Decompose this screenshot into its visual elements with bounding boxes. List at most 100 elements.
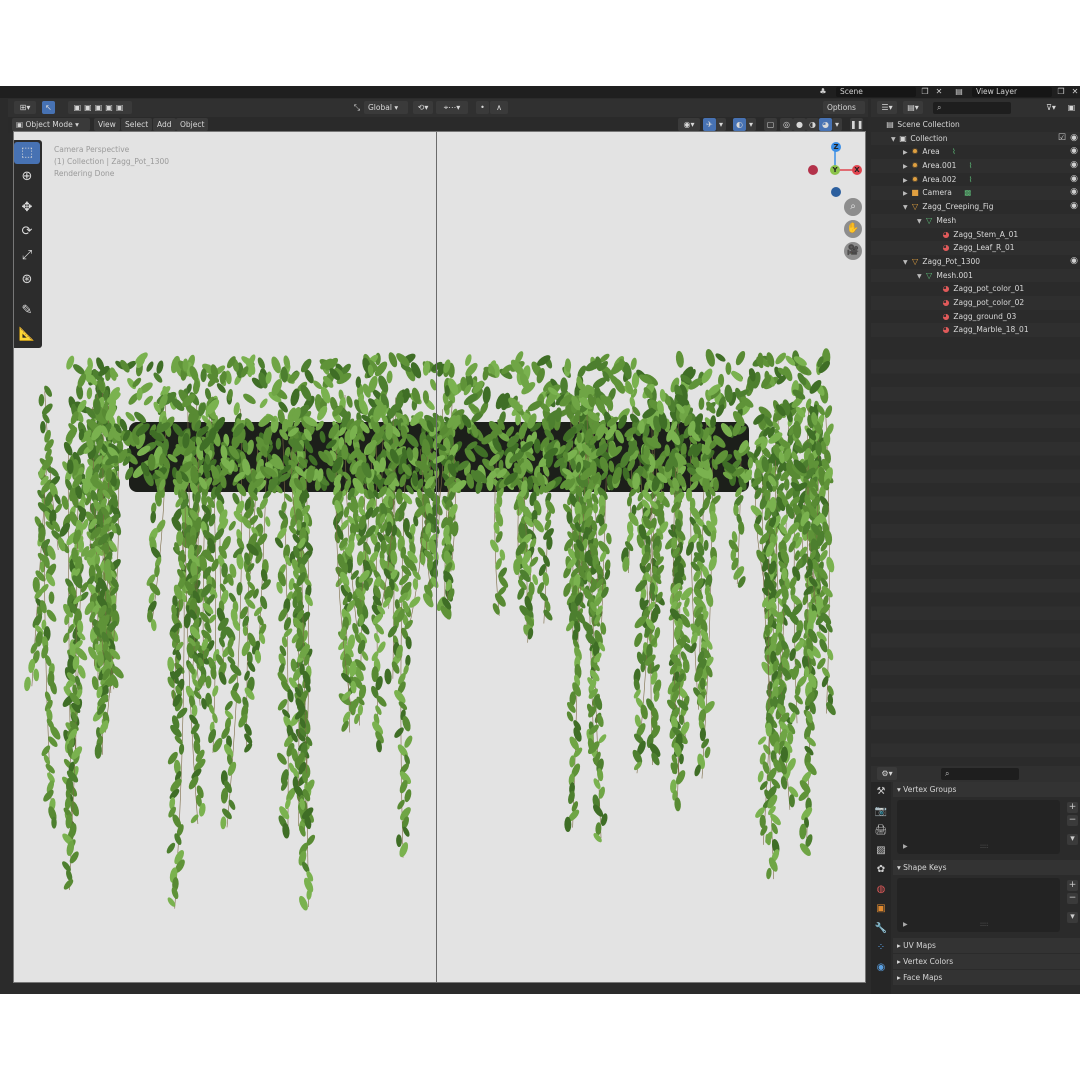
solid-shading-icon[interactable]: ● [793, 118, 806, 131]
vertex-groups-panel[interactable]: ▾ Vertex Groups [893, 782, 1080, 797]
annotate-icon[interactable]: ✎ [14, 300, 40, 322]
tool-tab-icon[interactable]: ⚒ [871, 782, 891, 802]
shape-keys-list[interactable]: ▶:::: + − ▾ [897, 878, 1078, 932]
filter-icon[interactable]: ⊽▾ [1041, 101, 1061, 114]
editor-type-icon[interactable]: ⚙▾ [877, 767, 897, 780]
outliner-row[interactable]: ▶ ■ Camera ▩ ◉ [871, 186, 1080, 201]
new-scene-icon[interactable]: ❐ [920, 87, 930, 97]
visibility-icon[interactable]: ◉▾ [678, 118, 700, 131]
world-tab-icon[interactable]: ◍ [871, 880, 891, 900]
display-mode-icon[interactable]: ▤▾ [903, 101, 923, 114]
camera-view-icon[interactable]: 🎥 [844, 242, 862, 260]
wireframe-shading-icon[interactable]: ◎ [780, 118, 793, 131]
eye-icon[interactable]: ◉ [1070, 159, 1078, 173]
measure-icon[interactable]: 📐 [14, 324, 40, 346]
chevron-down-icon[interactable]: ▾ [716, 118, 726, 131]
select-tool-icon[interactable]: ↖ [42, 101, 55, 114]
axis-neg-z[interactable] [831, 187, 841, 197]
outliner-row[interactable]: ▤ Scene Collection [871, 118, 1080, 132]
eye-icon[interactable]: ◉ [1070, 145, 1078, 159]
menu-view[interactable]: View [94, 118, 120, 131]
close-icon[interactable]: ✕ [1070, 87, 1080, 97]
outliner-row[interactable]: ▶ ✹ Area ⌇ ◉ [871, 145, 1080, 159]
view-layer-icon[interactable]: ▤ [954, 87, 964, 97]
menu-object[interactable]: Object [176, 118, 209, 131]
search-input[interactable]: ⌕ [933, 102, 1011, 114]
pause-icon[interactable]: ❚❚ [850, 118, 863, 131]
outliner-row[interactable]: ▼ ▽ Mesh.001 [871, 268, 1080, 283]
axis-x[interactable]: X [852, 165, 862, 175]
render-tab-icon[interactable]: 📷 [871, 802, 891, 822]
outliner-row[interactable]: ◕ Zagg_Marble_18_01 [871, 323, 1080, 337]
cursor-icon[interactable]: ⊕ [14, 166, 40, 188]
snap-icon[interactable]: ⌖⋯▾ [436, 101, 468, 114]
rendered-shading-icon[interactable]: ◕ [819, 118, 832, 131]
transform-icon[interactable]: ⊛ [14, 269, 40, 291]
proportional-editing-icon[interactable]: • [476, 101, 489, 114]
outliner-row[interactable]: ◕ Zagg_pot_color_02 [871, 295, 1080, 310]
falloff-icon[interactable]: ∧ [490, 101, 508, 114]
face-maps-panel[interactable]: ▸ Face Maps [893, 970, 1080, 985]
remove-icon[interactable]: − [1067, 815, 1078, 826]
outliner-row[interactable]: ▶ ✹ Area.002 ⌇ ◉ [871, 173, 1080, 187]
particles-tab-icon[interactable]: ⁘ [871, 938, 891, 958]
overlay-toggle-icon[interactable]: ◐ [733, 118, 746, 131]
outliner-row[interactable]: ◕ Zagg_Stem_A_01 [871, 228, 1080, 242]
close-icon[interactable]: ✕ [934, 87, 944, 97]
menu-select[interactable]: Select [121, 118, 153, 131]
options-dropdown[interactable]: Options ▾ [823, 101, 865, 125]
gizmo-toggle-icon[interactable]: ✈ [703, 118, 716, 131]
xray-icon[interactable]: ▢ [764, 118, 777, 131]
eye-icon[interactable]: ◉ [1070, 186, 1078, 200]
pan-hand-icon[interactable]: ✋ [844, 220, 862, 238]
scene-selector[interactable]: Scene [836, 87, 916, 97]
material-shading-icon[interactable]: ◑ [806, 118, 819, 131]
object-tab-icon[interactable]: ▣ [871, 899, 891, 919]
add-icon[interactable]: + [1067, 880, 1078, 891]
axis-z[interactable]: Z [831, 142, 841, 152]
view-layer-selector[interactable]: View Layer [972, 87, 1052, 97]
mode-dropdown[interactable]: ▣ Object Mode ▾ [12, 118, 90, 131]
vertex-colors-panel[interactable]: ▸ Vertex Colors [893, 954, 1080, 969]
add-icon[interactable]: + [1067, 802, 1078, 813]
outliner-row[interactable]: ◕ Zagg_ground_03 [871, 310, 1080, 324]
selection-mode-icons[interactable]: ▣▣▣▣▣ [68, 101, 132, 114]
scene-icon[interactable]: ♣ [818, 87, 828, 97]
eye-icon[interactable]: ◉ [1070, 132, 1078, 146]
view-layer-tab-icon[interactable]: ▨ [871, 841, 891, 861]
chevron-down-icon[interactable]: ▾ [746, 118, 756, 131]
scene-tab-icon[interactable]: ✿ [871, 860, 891, 880]
eye-icon[interactable]: ◉ [1070, 200, 1078, 214]
search-input[interactable]: ⌕ [941, 768, 1019, 780]
checkbox-icon[interactable]: ☑ [1058, 132, 1066, 146]
scale-icon[interactable]: ⤢ [14, 245, 40, 267]
select-box-icon[interactable]: ⬚ [14, 142, 40, 164]
eye-icon[interactable]: ◉ [1070, 255, 1078, 269]
modifier-tab-icon[interactable]: 🔧 [871, 919, 891, 939]
pivot-icon[interactable]: ⟲▾ [413, 101, 433, 114]
chevron-down-icon[interactable]: ▾ [1067, 912, 1078, 923]
uv-maps-panel[interactable]: ▸ UV Maps [893, 938, 1080, 953]
outliner-row[interactable]: ▼ ▣ Collection ☑ ◉ [871, 131, 1080, 146]
editor-type-icon[interactable]: ☰▾ [877, 101, 897, 114]
new-view-layer-icon[interactable]: ❐ [1056, 87, 1066, 97]
chevron-down-icon[interactable]: ▾ [832, 118, 842, 131]
chevron-down-icon[interactable]: ▾ [1067, 834, 1078, 845]
axis-y[interactable]: Y [830, 165, 840, 175]
rotate-icon[interactable]: ⟳ [14, 221, 40, 243]
zoom-icon[interactable]: ⌕ [844, 198, 862, 216]
move-icon[interactable]: ✥ [14, 197, 40, 219]
vertex-groups-list[interactable]: ▶:::: + − ▾ [897, 800, 1078, 854]
transform-orientation-dropdown[interactable]: Global ▾ [364, 101, 408, 114]
new-collection-icon[interactable]: ▣ [1065, 101, 1078, 114]
outliner-row[interactable]: ▼ ▽ Mesh [871, 213, 1080, 228]
eye-icon[interactable]: ◉ [1070, 173, 1078, 187]
3d-viewport[interactable]: Camera Perspective (1) Collection | Zagg… [13, 131, 866, 983]
outliner-row[interactable]: ▶ ✹ Area.001 ⌇ ◉ [871, 159, 1080, 173]
editor-type-icon[interactable]: ⊞▾ [14, 101, 36, 114]
shape-keys-panel[interactable]: ▾ Shape Keys [893, 860, 1080, 875]
axis-neg-x[interactable] [808, 165, 818, 175]
outliner-row[interactable]: ◕ Zagg_Leaf_R_01 [871, 241, 1080, 255]
physics-tab-icon[interactable]: ◉ [871, 958, 891, 978]
menu-add[interactable]: Add [153, 118, 176, 131]
